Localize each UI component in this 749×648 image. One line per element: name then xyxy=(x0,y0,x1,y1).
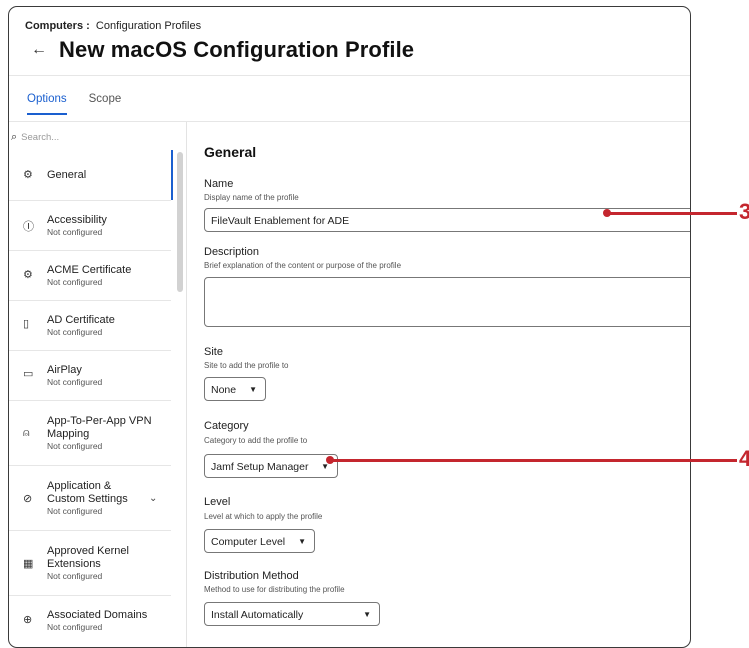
extension-icon: ▦ xyxy=(23,558,34,570)
description-hint: Brief explanation of the content or purp… xyxy=(204,261,402,270)
level-label: Level xyxy=(204,496,231,508)
accessibility-icon: Ⓘ xyxy=(23,221,34,233)
level-select-value: Computer Level xyxy=(211,536,286,548)
sidebar-item-label: ACME Certificate xyxy=(47,264,132,276)
tab-bar: Options Scope xyxy=(27,93,121,115)
sidebar-item-status: Not configured xyxy=(47,571,103,581)
level-select[interactable]: Computer Level ▼ xyxy=(204,529,315,553)
sidebar-item-status: Not configured xyxy=(47,506,103,516)
lock-icon: ⍝ xyxy=(23,427,30,439)
sidebar-item-status: Not configured xyxy=(47,327,103,337)
sidebar-item-status: Not configured xyxy=(47,227,103,237)
tab-scope[interactable]: Scope xyxy=(89,93,122,115)
sidebar-item-application-custom-settings[interactable]: ⊘ Application & Custom Settings Not conf… xyxy=(9,466,171,531)
payload-sidebar: ⌕ Search... ⚙ General Ⓘ Accessibility No… xyxy=(9,122,187,647)
callout-4-number: 4 xyxy=(739,446,749,471)
caret-down-icon: ▼ xyxy=(363,610,371,619)
description-field[interactable] xyxy=(204,277,690,327)
category-select[interactable]: Jamf Setup Manager ▼ xyxy=(204,454,338,478)
site-select-value: None xyxy=(211,384,237,396)
sidebar-item-status: Not configured xyxy=(47,377,103,387)
sidebar-item-label: Associated Domains xyxy=(47,609,148,621)
sidebar-item-status: Not configured xyxy=(47,622,103,632)
sidebar-item-associated-domains[interactable]: ⊕ Associated Domains Not configured xyxy=(9,596,171,645)
section-title: General xyxy=(204,144,257,160)
breadcrumb-page[interactable]: Configuration Profiles xyxy=(96,20,201,32)
sidebar-item-general[interactable]: ⚙ General xyxy=(9,150,171,201)
distribution-select-value: Install Automatically xyxy=(211,609,304,621)
back-arrow-icon[interactable]: ← xyxy=(31,41,47,59)
breadcrumb: Computers : Configuration Profiles xyxy=(25,20,201,32)
sidebar-item-status: Not configured xyxy=(47,277,103,287)
header-divider xyxy=(9,75,690,76)
search-input[interactable]: Search... xyxy=(21,132,59,143)
sidebar-item-approved-kernel-extensions[interactable]: ▦ Approved Kernel Extensions Not configu… xyxy=(9,531,171,596)
level-hint: Level at which to apply the profile xyxy=(204,512,323,521)
page-title: New macOS Configuration Profile xyxy=(59,37,415,62)
distribution-label: Distribution Method xyxy=(204,570,299,582)
callout-3-line xyxy=(607,211,737,215)
description-label: Description xyxy=(204,246,260,258)
site-label: Site xyxy=(204,346,223,358)
caret-down-icon: ▼ xyxy=(249,385,257,394)
airplay-icon: ▭ xyxy=(23,368,34,380)
gear-icon: ⚙ xyxy=(23,169,33,181)
gear-icon: ⚙ xyxy=(23,269,33,281)
sidebar-search[interactable]: ⌕ Search... xyxy=(11,131,59,144)
chevron-down-icon[interactable]: ⌄ xyxy=(149,493,157,504)
sidebar-scrollbar[interactable] xyxy=(177,152,183,292)
sidebar-item-label: Application & Custom Settings xyxy=(47,480,128,505)
site-select[interactable]: None ▼ xyxy=(204,377,266,401)
distribution-select[interactable]: Install Automatically ▼ xyxy=(204,602,380,626)
category-label: Category xyxy=(204,420,249,432)
sidebar-item-label: App-To-Per-App VPN Mapping xyxy=(47,415,152,440)
blocked-icon: ⊘ xyxy=(23,493,33,505)
sidebar-item-label: AD Certificate xyxy=(47,314,115,326)
sidebar-item-label: Approved Kernel Extensions xyxy=(47,545,129,570)
breadcrumb-separator: : xyxy=(86,20,90,32)
name-label: Name xyxy=(204,178,234,190)
tab-options[interactable]: Options xyxy=(27,93,67,115)
sidebar-item-label: Accessibility xyxy=(47,214,107,226)
sidebar-item-label: AirPlay xyxy=(47,364,82,376)
search-icon: ⌕ xyxy=(11,131,18,143)
category-select-value: Jamf Setup Manager xyxy=(211,461,309,473)
sidebar-item-airplay[interactable]: ▭ AirPlay Not configured xyxy=(9,351,171,401)
distribution-hint: Method to use for distributing the profi… xyxy=(204,585,345,594)
certificate-icon: ▯ xyxy=(23,318,30,330)
general-settings-panel: General Name Display name of the profile… xyxy=(204,122,690,647)
callout-4-line xyxy=(330,458,737,462)
caret-down-icon: ▼ xyxy=(298,537,306,546)
name-hint: Display name of the profile xyxy=(204,193,299,202)
callout-3-number: 3 xyxy=(739,199,749,224)
site-hint: Site to add the profile to xyxy=(204,361,289,370)
sidebar-item-acme-certificate[interactable]: ⚙ ACME Certificate Not configured xyxy=(9,251,171,301)
breadcrumb-section[interactable]: Computers xyxy=(25,20,83,32)
sidebar-item-app-vpn-mapping[interactable]: ⍝ App-To-Per-App VPN Mapping Not configu… xyxy=(9,401,171,466)
app-window: Computers : Configuration Profiles ← New… xyxy=(8,6,691,648)
active-indicator xyxy=(171,150,173,200)
sidebar-item-accessibility[interactable]: Ⓘ Accessibility Not configured xyxy=(9,201,171,251)
sidebar-item-ad-certificate[interactable]: ▯ AD Certificate Not configured xyxy=(9,301,171,351)
sidebar-item-label: General xyxy=(47,169,87,181)
sidebar-item-status: Not configured xyxy=(47,441,103,451)
category-hint: Category to add the profile to xyxy=(204,436,308,445)
